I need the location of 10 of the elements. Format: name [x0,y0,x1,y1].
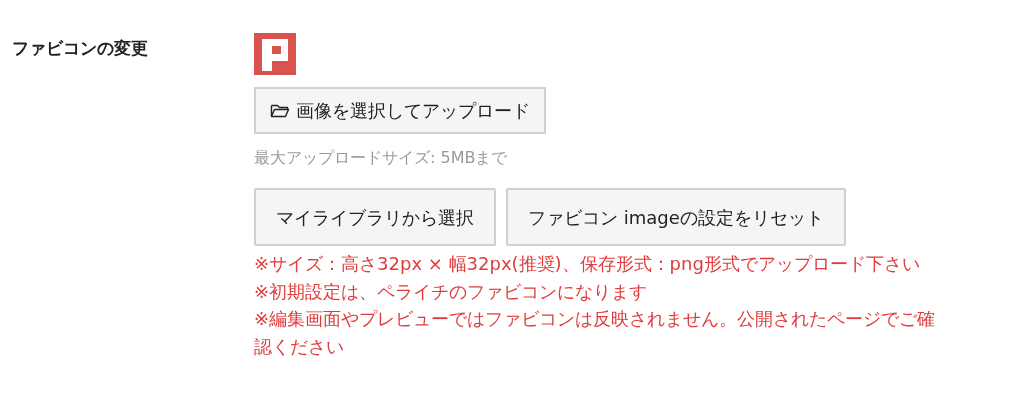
folder-icon [270,102,290,119]
action-button[interactable]: ファビコン imageの設定をリセット [506,188,846,246]
max-size-hint: 最大アップロードサイズ: 5MBまで [254,147,508,169]
note-text: ※初期設定は、ペライチのファビコンになります [254,279,649,304]
note-text: ※サイズ：高さ32px × 幅32px(推奨)、保存形式：png形式でアップロード下さい [254,252,921,276]
favicon-icon [254,33,296,75]
note-text: ※編集画面やプレビューではファビコンは反映されません。公開されたページでご確認ください [254,307,937,359]
setting-label: ファビコンの変更 [12,38,148,58]
action-button[interactable]: マイライブラリから選択 [254,188,496,246]
upload-button[interactable]: 画像を選択してアップロード [254,87,546,134]
